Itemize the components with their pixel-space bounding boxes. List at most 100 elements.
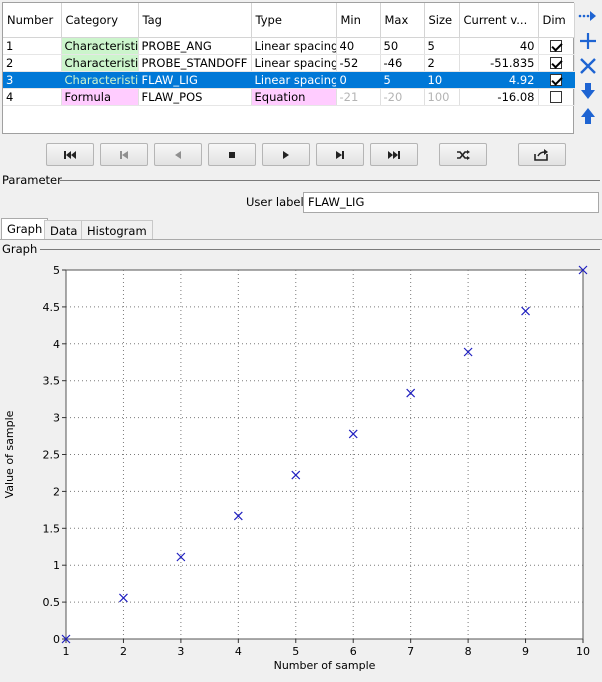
play-backward-button[interactable]: [154, 143, 202, 166]
table-row[interactable]: 2 Characteristic PROBE_STANDOFF Linear s…: [3, 54, 575, 72]
user-label-caption: User label: [246, 195, 304, 209]
cell-dim: [538, 54, 575, 72]
cell-current-value[interactable]: -51.835: [459, 54, 539, 72]
arrow-right-dotted-icon: [578, 11, 596, 21]
tab-histogram[interactable]: Histogram: [81, 220, 153, 240]
user-label-input[interactable]: FLAW_LIG: [303, 192, 599, 213]
col-header-tag[interactable]: Tag: [138, 3, 252, 38]
tab-data[interactable]: Data: [44, 220, 84, 240]
dim-checkbox[interactable]: [550, 91, 562, 103]
col-header-size[interactable]: Size: [424, 3, 460, 38]
side-toolbar: [576, 4, 600, 129]
cell-current-value[interactable]: 40: [459, 37, 539, 55]
move-down-button[interactable]: [576, 79, 600, 103]
cell-max[interactable]: 5: [380, 71, 425, 89]
col-header-max[interactable]: Max: [380, 3, 425, 38]
cell-current-value[interactable]: -16.08: [459, 88, 539, 106]
play-icon: [283, 150, 289, 159]
cell-min: -21: [336, 88, 381, 106]
cell-size[interactable]: 2: [424, 54, 460, 72]
parameter-group-label: Parameter: [2, 173, 62, 187]
cell-size: 100: [424, 88, 460, 106]
cell-min[interactable]: 40: [336, 37, 381, 55]
cell-number: 3: [3, 71, 62, 89]
y-tick-label: 1: [53, 559, 60, 572]
export-icon: [534, 148, 548, 161]
stop-button[interactable]: [208, 143, 256, 166]
play-button[interactable]: [262, 143, 310, 166]
tab-graph[interactable]: Graph: [1, 218, 49, 240]
y-tick-label: 4.5: [43, 301, 61, 314]
sample-scatter-chart: 1 2 3 4 5 6 7 8 9 10 0 0.5 1 1.5 2 2.5 3 3.5 4 4.5 5 Number…: [3, 264, 590, 672]
y-tick-label: 3: [53, 412, 60, 425]
col-header-category[interactable]: Category: [61, 3, 139, 38]
cell-dim: [538, 88, 575, 106]
dim-checkbox[interactable]: [550, 40, 562, 52]
navigation-toolbar: [0, 143, 602, 167]
y-tick-label: 5: [53, 264, 60, 277]
last-sample-button[interactable]: [370, 143, 418, 166]
cell-tag: FLAW_LIG: [138, 71, 252, 89]
cell-tag: FLAW_POS: [138, 88, 252, 106]
cell-size[interactable]: 10: [424, 71, 460, 89]
cell-number: 2: [3, 54, 62, 72]
export-button[interactable]: [518, 143, 566, 166]
y-axis-ticks: 0 0.5 1 1.5 2 2.5 3 3.5 4 4.5 5: [43, 264, 66, 646]
cell-category: Characteristic: [61, 71, 139, 89]
next-step-button[interactable]: [316, 143, 364, 166]
cell-type: Linear spacing: [251, 54, 337, 72]
x-tick-label: 1: [63, 645, 70, 658]
cell-number: 4: [3, 88, 62, 106]
prev-step-icon: [120, 150, 128, 159]
cell-tag: PROBE_ANG: [138, 37, 252, 55]
table-row-selected[interactable]: 3 Characteristic FLAW_LIG Linear spacing…: [3, 71, 575, 89]
delete-x-icon: [580, 58, 596, 74]
x-tick-label: 3: [177, 645, 184, 658]
y-tick-label: 4: [53, 338, 60, 351]
col-header-type[interactable]: Type: [251, 3, 337, 38]
y-tick-label: 0: [53, 633, 60, 646]
next-step-icon: [336, 150, 344, 159]
cell-type: Linear spacing: [251, 37, 337, 55]
cell-min[interactable]: 0: [336, 71, 381, 89]
cell-category: Characteristic: [61, 37, 139, 55]
cell-category: Characteristic: [61, 54, 139, 72]
shuffle-button[interactable]: [439, 143, 487, 166]
x-tick-label: 4: [235, 645, 242, 658]
delete-parameter-button[interactable]: [576, 54, 600, 78]
x-tick-label: 9: [522, 645, 529, 658]
x-tick-label: 5: [292, 645, 299, 658]
first-sample-button[interactable]: [46, 143, 94, 166]
cell-min[interactable]: -52: [336, 54, 381, 72]
cell-type: Linear spacing: [251, 71, 337, 89]
cell-current-value[interactable]: 4.92: [459, 71, 539, 89]
cell-max[interactable]: -46: [380, 54, 425, 72]
dim-checkbox[interactable]: [550, 74, 562, 86]
y-tick-label: 1.5: [43, 522, 61, 535]
move-up-button[interactable]: [576, 104, 600, 128]
arrow-down-icon: [581, 83, 595, 99]
cell-tag: PROBE_STANDOFF: [138, 54, 252, 72]
previous-step-button[interactable]: [100, 143, 148, 166]
col-header-current-value[interactable]: Current v...: [459, 3, 539, 38]
add-parameter-button[interactable]: [576, 29, 600, 53]
col-header-min[interactable]: Min: [336, 3, 381, 38]
x-tick-label: 7: [407, 645, 414, 658]
plus-icon: [580, 33, 596, 49]
y-tick-label: 2: [53, 485, 60, 498]
dim-checkbox[interactable]: [550, 57, 562, 69]
arrow-up-icon: [581, 108, 595, 124]
x-tick-label: 8: [465, 645, 472, 658]
cell-size[interactable]: 5: [424, 37, 460, 55]
table-header-row: Number Category Tag Type Min Max Size Cu…: [3, 3, 575, 38]
table-row[interactable]: 4 Formula FLAW_POS Equation -21 -20 100 …: [3, 88, 575, 106]
table-row[interactable]: 1 Characteristic PROBE_ANG Linear spacin…: [3, 37, 575, 55]
x-tick-label: 6: [350, 645, 357, 658]
move-right-button[interactable]: [576, 4, 600, 28]
col-header-number[interactable]: Number: [3, 3, 62, 38]
col-header-dim[interactable]: Dim: [538, 3, 575, 38]
parameter-table[interactable]: Number Category Tag Type Min Max Size Cu…: [2, 2, 575, 134]
tab-bar-divider: [0, 239, 602, 240]
plot-background: [65, 269, 584, 640]
cell-max[interactable]: 50: [380, 37, 425, 55]
